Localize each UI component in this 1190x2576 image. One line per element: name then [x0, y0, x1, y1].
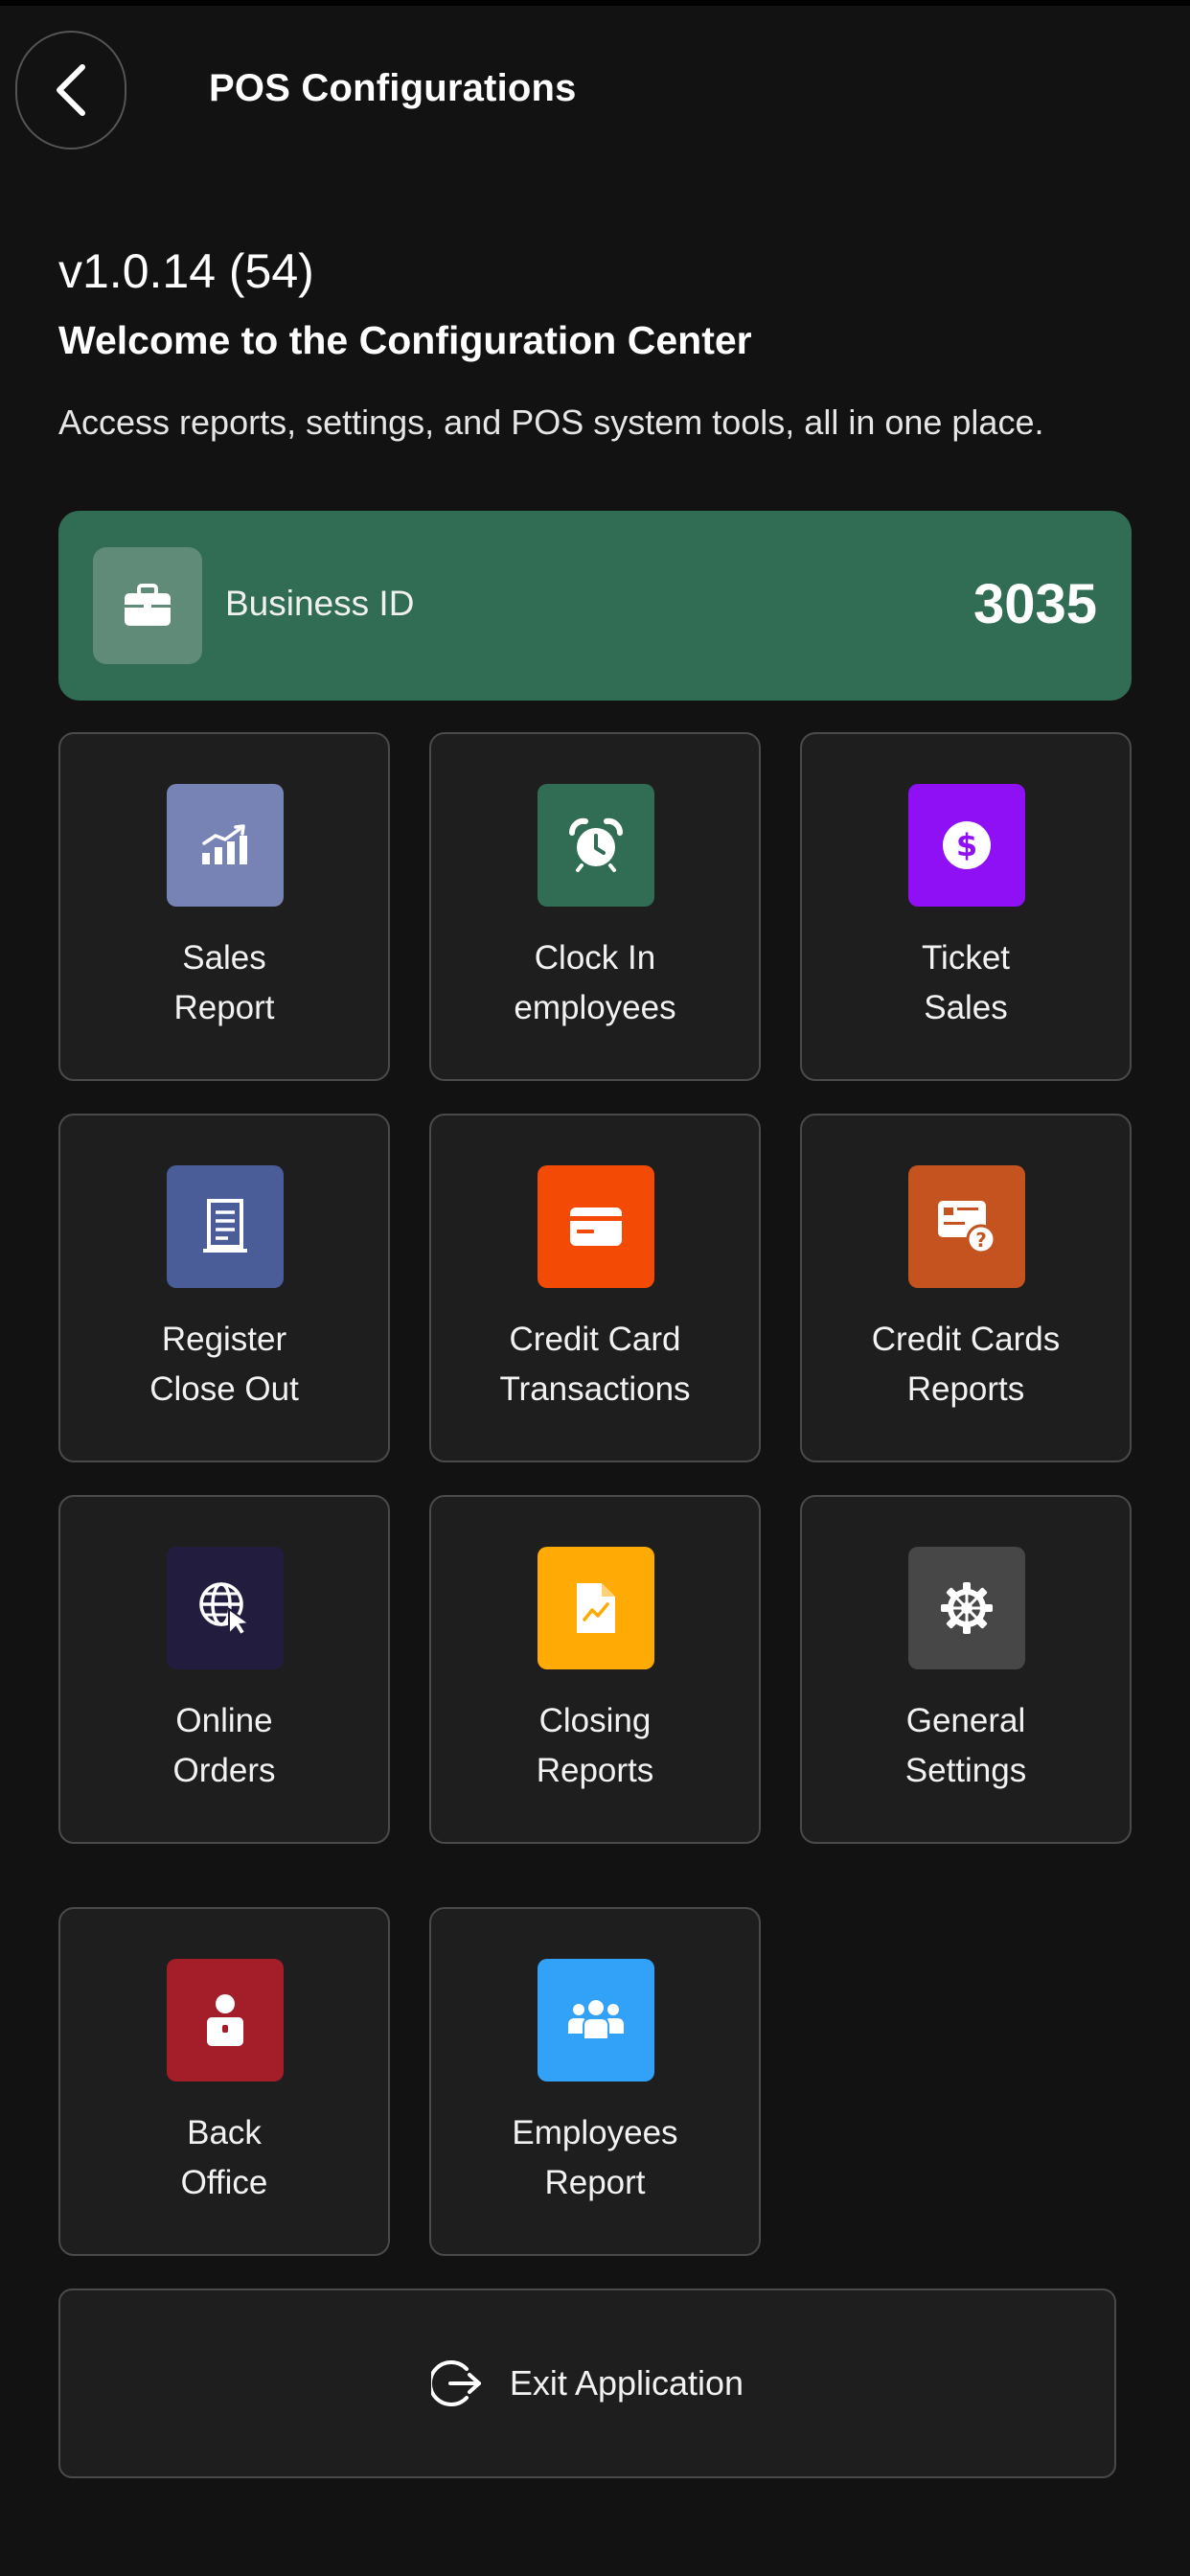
svg-text:?: ? — [975, 1229, 987, 1252]
employees-report-tile[interactable]: Employees Report — [429, 1907, 761, 2256]
receipt-icon — [167, 1165, 284, 1288]
ticket-sales-tile[interactable]: $ Ticket Sales — [800, 732, 1132, 1081]
tile-label: Closing Reports — [536, 1702, 654, 1789]
tile-label: Credit Card Transactions — [499, 1321, 691, 1408]
business-id-card: Business ID 3035 — [58, 511, 1132, 701]
sales-chart-icon — [167, 784, 284, 907]
business-id-value: 3035 — [973, 573, 1097, 635]
credit-cards-reports-tile[interactable]: ? Credit Cards Reports — [800, 1114, 1132, 1462]
business-id-label: Business ID — [225, 584, 415, 623]
register-close-out-tile[interactable]: Register Close Out — [58, 1114, 390, 1462]
credit-card-icon — [538, 1165, 654, 1288]
exit-application-button[interactable]: Exit Application — [58, 2288, 1116, 2478]
tile-label: Employees Report — [512, 2114, 678, 2201]
globe-cursor-icon — [167, 1547, 284, 1669]
tile-label: Ticket Sales — [921, 939, 1011, 1026]
svg-text:$: $ — [956, 827, 977, 863]
alarm-clock-icon — [538, 784, 654, 907]
card-question-icon: ? — [908, 1165, 1025, 1288]
document-chart-icon — [538, 1547, 654, 1669]
app-header: POS Configurations — [0, 6, 1190, 178]
people-icon — [538, 1959, 654, 2082]
tile-label: Credit Cards Reports — [871, 1321, 1061, 1408]
gear-icon — [908, 1547, 1025, 1669]
chevron-left-icon — [50, 63, 92, 117]
clock-in-employees-tile[interactable]: Clock In employees — [429, 732, 761, 1081]
exit-application-label: Exit Application — [509, 2363, 744, 2403]
welcome-heading: Welcome to the Configuration Center — [58, 318, 752, 362]
general-settings-tile[interactable]: General Settings — [800, 1495, 1132, 1844]
tile-label: Clock In employees — [514, 939, 676, 1026]
tile-label: Sales Report — [173, 939, 275, 1026]
sales-report-tile[interactable]: Sales Report — [58, 732, 390, 1081]
tile-label: Online Orders — [172, 1702, 276, 1789]
app-version: v1.0.14 (54) — [58, 244, 314, 298]
credit-card-transactions-tile[interactable]: Credit Card Transactions — [429, 1114, 761, 1462]
tile-label: Back Office — [180, 2114, 268, 2201]
closing-reports-tile[interactable]: Closing Reports — [429, 1495, 761, 1844]
briefcase-icon — [93, 547, 202, 664]
tile-label: Register Close Out — [149, 1321, 299, 1408]
page-title: POS Configurations — [209, 67, 577, 109]
exit-icon — [430, 2358, 483, 2409]
back-office-tile[interactable]: Back Office — [58, 1907, 390, 2256]
online-orders-tile[interactable]: Online Orders — [58, 1495, 390, 1844]
office-user-icon — [167, 1959, 284, 2082]
welcome-subtitle: Access reports, settings, and POS system… — [58, 402, 1044, 442]
back-button[interactable] — [15, 31, 126, 150]
dollar-coin-icon: $ — [908, 784, 1025, 907]
tile-label: General Settings — [904, 1702, 1027, 1789]
